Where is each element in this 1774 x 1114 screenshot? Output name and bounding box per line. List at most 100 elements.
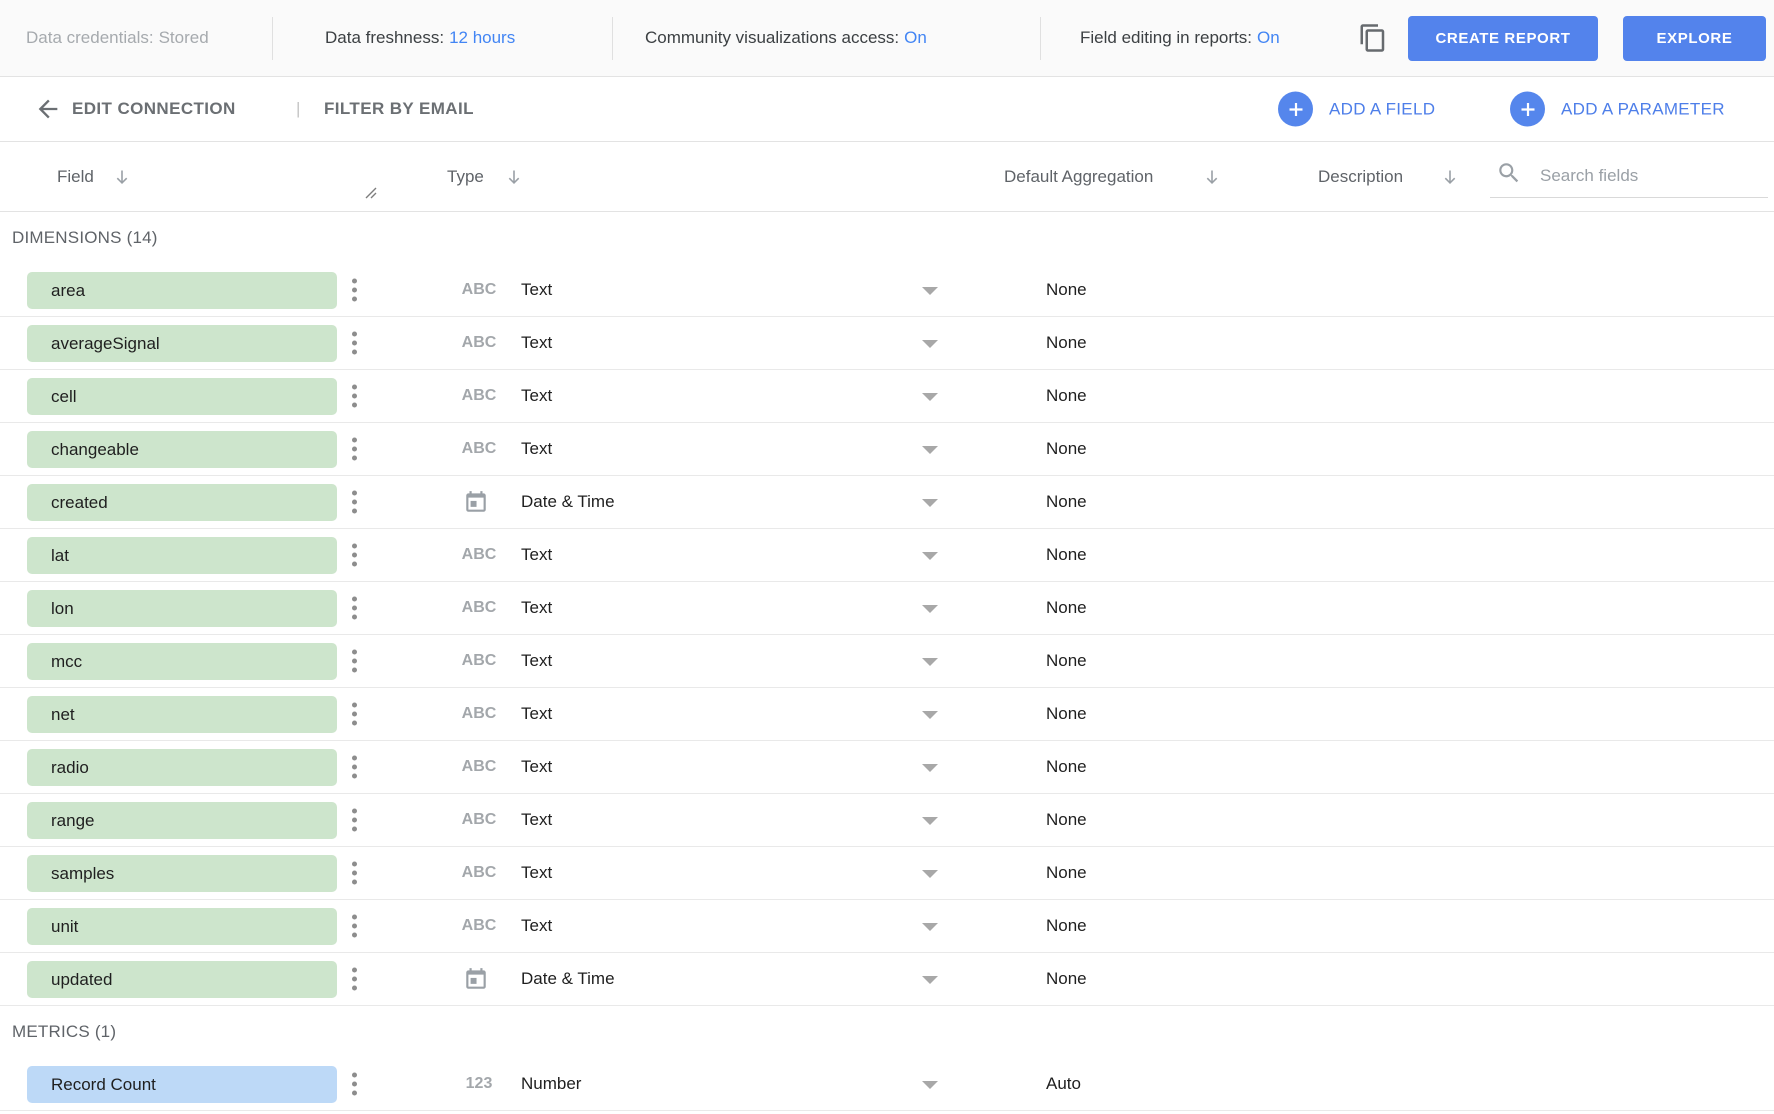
field-name-pill[interactable]: averageSignal — [27, 325, 337, 362]
field-options-menu[interactable] — [349, 806, 360, 835]
sort-field-icon[interactable] — [112, 167, 132, 187]
field-type-select[interactable]: ABC Text — [447, 317, 939, 369]
field-name-pill[interactable]: created — [27, 484, 337, 521]
field-name-pill[interactable]: samples — [27, 855, 337, 892]
column-header-aggregation: Default Aggregation — [1004, 167, 1153, 187]
copy-icon[interactable] — [1358, 23, 1388, 53]
field-type-text-icon: ABC — [453, 440, 505, 458]
field-name-pill[interactable]: range — [27, 802, 337, 839]
aggregation-select[interactable]: None — [1046, 969, 1087, 989]
field-options-menu[interactable] — [349, 912, 360, 941]
field-type-select[interactable]: Date & Time — [447, 953, 939, 1005]
dropdown-arrow-icon — [922, 605, 938, 613]
column-resize-handle[interactable] — [364, 186, 377, 204]
aggregation-select[interactable]: None — [1046, 916, 1087, 936]
aggregation-select[interactable]: None — [1046, 280, 1087, 300]
aggregation-select[interactable]: None — [1046, 333, 1087, 353]
field-type-select[interactable]: ABC Text — [447, 529, 939, 581]
field-options-menu[interactable] — [349, 276, 360, 305]
back-arrow-icon[interactable] — [34, 95, 62, 123]
field-type-select[interactable]: ABC Text — [447, 635, 939, 687]
field-row: mcc ABC Text None — [0, 635, 1774, 688]
aggregation-select[interactable]: None — [1046, 757, 1087, 777]
search-input[interactable] — [1540, 166, 1740, 186]
field-options-menu[interactable] — [349, 1070, 360, 1099]
column-header-type: Type — [447, 167, 484, 187]
field-options-menu[interactable] — [349, 541, 360, 570]
field-type-select[interactable]: ABC Text — [447, 741, 939, 793]
field-type-label: Text — [521, 757, 552, 777]
sort-aggregation-icon[interactable] — [1202, 167, 1222, 187]
field-name-pill[interactable]: Record Count — [27, 1066, 337, 1103]
field-options-menu[interactable] — [349, 594, 360, 623]
field-type-select[interactable]: ABC Text — [447, 794, 939, 846]
aggregation-select[interactable]: None — [1046, 598, 1087, 618]
field-options-menu[interactable] — [349, 700, 360, 729]
field-name: created — [51, 493, 108, 513]
aggregation-select[interactable]: Auto — [1046, 1074, 1081, 1094]
field-type-label: Date & Time — [521, 969, 615, 989]
aggregation-select[interactable]: None — [1046, 439, 1087, 459]
field-type-select[interactable]: 123 Number — [447, 1058, 939, 1110]
field-name-pill[interactable]: lat — [27, 537, 337, 574]
edit-connection-button[interactable]: EDIT CONNECTION — [72, 99, 236, 119]
field-type-select[interactable]: Date & Time — [447, 476, 939, 528]
plus-icon — [1510, 92, 1545, 127]
field-options-menu[interactable] — [349, 859, 360, 888]
field-name-pill[interactable]: mcc — [27, 643, 337, 680]
sort-type-icon[interactable] — [504, 167, 524, 187]
field-name-pill[interactable]: cell — [27, 378, 337, 415]
field-row: updated Date & Time None — [0, 953, 1774, 1006]
field-type-select[interactable]: ABC Text — [447, 423, 939, 475]
field-type-label: Text — [521, 704, 552, 724]
field-type-select[interactable]: ABC Text — [447, 264, 939, 316]
aggregation-select[interactable]: None — [1046, 863, 1087, 883]
field-row: radio ABC Text None — [0, 741, 1774, 794]
field-type-select[interactable]: ABC Text — [447, 900, 939, 952]
field-options-menu[interactable] — [349, 647, 360, 676]
field-type-select[interactable]: ABC Text — [447, 370, 939, 422]
field-row: cell ABC Text None — [0, 370, 1774, 423]
field-name-pill[interactable]: net — [27, 696, 337, 733]
dimensions-section-header: DIMENSIONS (14) — [0, 212, 1774, 264]
sort-description-icon[interactable] — [1440, 167, 1460, 187]
filter-by-email-button[interactable]: FILTER BY EMAIL — [324, 99, 474, 119]
add-a-field-button[interactable]: ADD A FIELD — [1278, 92, 1435, 127]
field-options-menu[interactable] — [349, 753, 360, 782]
field-type-text-icon: ABC — [453, 811, 505, 829]
aggregation-select[interactable]: None — [1046, 386, 1087, 406]
field-options-menu[interactable] — [349, 435, 360, 464]
add-a-parameter-button[interactable]: ADD A PARAMETER — [1510, 92, 1725, 127]
field-name-pill[interactable]: unit — [27, 908, 337, 945]
field-name-pill[interactable]: changeable — [27, 431, 337, 468]
field-type-select[interactable]: ABC Text — [447, 582, 939, 634]
field-name-pill[interactable]: radio — [27, 749, 337, 786]
data-freshness-value[interactable]: 12 hours — [449, 28, 515, 47]
aggregation-select[interactable]: None — [1046, 545, 1087, 565]
aggregation-select[interactable]: None — [1046, 492, 1087, 512]
create-report-button[interactable]: CREATE REPORT — [1408, 16, 1598, 61]
field-options-menu[interactable] — [349, 329, 360, 358]
field-name-pill[interactable]: updated — [27, 961, 337, 998]
dropdown-arrow-icon — [922, 446, 938, 454]
field-editing-value[interactable]: On — [1257, 28, 1280, 47]
field-options-menu[interactable] — [349, 488, 360, 517]
field-type-label: Text — [521, 651, 552, 671]
field-options-menu[interactable] — [349, 382, 360, 411]
field-type-label: Number — [521, 1074, 581, 1094]
aggregation-select[interactable]: None — [1046, 810, 1087, 830]
field-name: lat — [51, 546, 69, 566]
field-row: changeable ABC Text None — [0, 423, 1774, 476]
field-name-pill[interactable]: lon — [27, 590, 337, 627]
field-name: range — [51, 811, 94, 831]
community-viz-value[interactable]: On — [904, 28, 927, 47]
dropdown-arrow-icon — [922, 711, 938, 719]
aggregation-select[interactable]: None — [1046, 651, 1087, 671]
aggregation-select[interactable]: None — [1046, 704, 1087, 724]
field-name-pill[interactable]: area — [27, 272, 337, 309]
field-type-select[interactable]: ABC Text — [447, 688, 939, 740]
field-options-menu[interactable] — [349, 965, 360, 994]
field-row: averageSignal ABC Text None — [0, 317, 1774, 370]
explore-button[interactable]: EXPLORE — [1623, 16, 1766, 61]
field-type-select[interactable]: ABC Text — [447, 847, 939, 899]
